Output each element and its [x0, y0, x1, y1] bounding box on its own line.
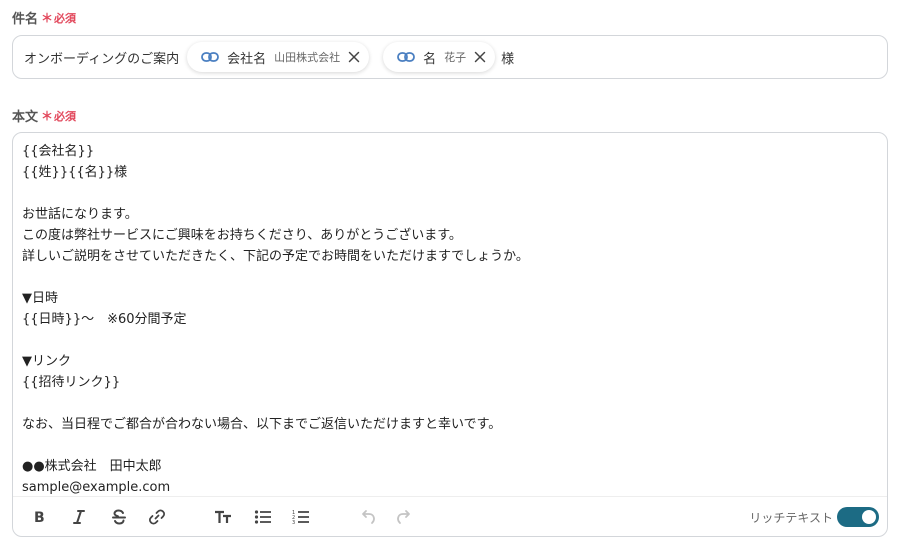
link-chain-icon: [201, 51, 219, 63]
required-text: 必須: [54, 109, 77, 123]
body-line: {{招待リンク}}: [22, 375, 121, 390]
body-line: [22, 183, 878, 204]
body-line: ▼リンク: [22, 354, 71, 369]
required-indicator: ＊ 必須: [41, 9, 76, 26]
subject-prefix-text: オンボーディングのご案内: [24, 51, 180, 67]
body-line: [22, 393, 878, 414]
body-line: {{日時}}〜 ※60分間予定: [22, 312, 187, 327]
body-line: なお、当日程でご都合が合わない場合、以下までご返信いただけますと幸いです。: [22, 417, 502, 432]
chip-name: 会社名: [227, 51, 267, 67]
chip-value: 花子: [444, 51, 467, 64]
chip-value: 山田株式会社: [274, 51, 341, 64]
variable-chip-company[interactable]: 会社名 山田株式会社: [187, 42, 370, 72]
italic-icon[interactable]: [69, 507, 89, 527]
body-line: ●●株式会社 田中太郎: [22, 459, 162, 474]
required-text: 必須: [54, 11, 77, 25]
bullet-list-icon[interactable]: [253, 507, 273, 527]
close-icon[interactable]: [474, 51, 486, 63]
close-icon[interactable]: [348, 51, 360, 63]
body-line: お世話になります。: [22, 207, 138, 222]
bold-icon[interactable]: B: [29, 507, 49, 527]
body-line: [22, 330, 878, 351]
subject-suffix-text: 様: [501, 51, 515, 67]
text-size-icon[interactable]: [213, 507, 233, 527]
rich-text-label: リッチテキスト: [749, 511, 833, 525]
variable-chip-first-name[interactable]: 名 花子: [383, 42, 496, 72]
link-chain-icon: [397, 51, 416, 63]
subject-label-text: 件名: [12, 12, 39, 27]
body-line: 詳しいご説明をさせていただきたく、下記の予定でお時間をいただけますでしょうか。: [22, 249, 529, 264]
body-textarea[interactable]: {{会社名}} {{姓}}{{名}}様 お世話になります。この度は弊社サービスにご…: [22, 141, 878, 497]
subject-label: 件名 ＊ 必須: [12, 8, 76, 27]
body-line: この度は弊社サービスにご興味をお持ちくださり、ありがとうございます。: [22, 228, 462, 243]
subject-input[interactable]: オンボーディングのご案内 会社名 山田株式会社 名 花子 様: [12, 35, 888, 79]
body-line: {{会社名}}: [22, 144, 95, 159]
link-icon[interactable]: [147, 507, 167, 527]
undo-icon[interactable]: [357, 507, 377, 527]
body-label: 本文 ＊ 必須: [12, 106, 76, 125]
toggle-knob: [862, 510, 876, 524]
body-line: ▼日時: [22, 291, 58, 306]
redo-icon[interactable]: [395, 507, 415, 527]
svg-text:B: B: [34, 510, 45, 526]
body-editor[interactable]: {{会社名}} {{姓}}{{名}}様 お世話になります。この度は弊社サービスにご…: [12, 132, 888, 537]
svg-text:3: 3: [292, 520, 295, 526]
formatting-toolbar: B 123 リッチテキスト: [13, 496, 887, 536]
strikethrough-icon[interactable]: [109, 507, 129, 527]
rich-text-toggle[interactable]: [837, 507, 879, 527]
body-line: sample@example.com: [22, 480, 171, 495]
numbered-list-icon[interactable]: 123: [291, 507, 311, 527]
body-line: [22, 267, 878, 288]
body-line: [22, 435, 878, 456]
required-star: ＊: [41, 109, 54, 123]
body-line: {{姓}}{{名}}様: [22, 165, 128, 180]
required-star: ＊: [41, 11, 54, 25]
required-indicator: ＊ 必須: [41, 107, 76, 124]
body-label-text: 本文: [12, 110, 39, 125]
chip-name: 名: [423, 51, 437, 67]
